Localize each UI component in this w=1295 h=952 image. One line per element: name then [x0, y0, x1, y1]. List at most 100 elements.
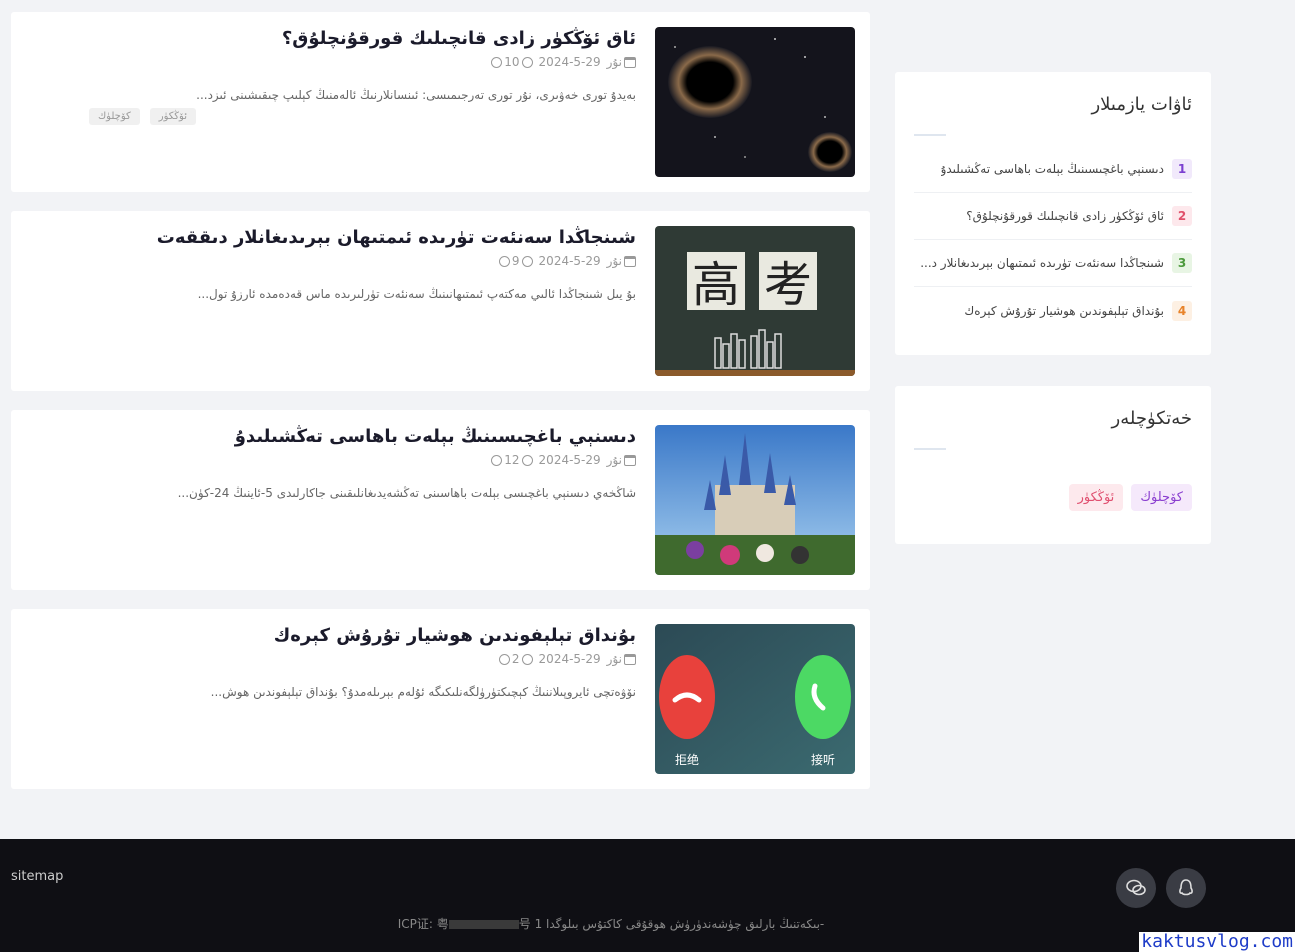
hot-item-title[interactable]: شىنجاڭدا سەنئەت تۈرىدە ئىمتىھان بېرىدىغا… — [920, 256, 1164, 270]
date-meta: 2024-5-29 — [539, 453, 601, 467]
rank-number: 1 — [1172, 159, 1192, 179]
post-views: 10 — [504, 55, 520, 69]
date-meta: 2024-5-29 — [539, 652, 601, 666]
post-body: دىسنېي باغچىسىنىڭ بېلەت باھاسى تەڭشىلىدۇ… — [25, 424, 636, 500]
widget-title: ئاۋات يازمىلار — [1091, 94, 1192, 115]
cloud-tag[interactable]: كۆچلۈك — [1131, 484, 1192, 511]
tag-cloud: كۆچلۈك ئۆڭكۈر — [914, 484, 1192, 511]
rank-number: 3 — [1172, 253, 1192, 273]
post-thumbnail[interactable]: 高 考 — [655, 226, 855, 376]
post-card[interactable]: 拒绝 接听 بۇنداق تېلېفوندىن ھوشيار تۇرۇش كېر… — [11, 609, 870, 789]
post-author: نۇر — [606, 453, 622, 467]
views-meta: 10 — [491, 55, 533, 69]
post-excerpt: نۆۋەتچى ئايروپىلاننىڭ كېچىكتۈرۈلگەنلىكىگ… — [210, 685, 636, 699]
hot-item-title[interactable]: بۇنداق تېلېفوندىن ھوشيار تۇرۇش كېرەك — [964, 304, 1164, 318]
thumb-char: 高 — [692, 257, 740, 313]
widget-divider — [914, 448, 946, 450]
author-meta: نۇر — [607, 254, 636, 268]
post-date: 2024-5-29 — [538, 652, 601, 666]
post-meta: نۇر 2024-5-29 12 — [25, 452, 636, 468]
qq-icon — [1179, 879, 1193, 896]
hot-item[interactable]: 4 بۇنداق تېلېفوندىن ھوشيار تۇرۇش كېرەك — [914, 287, 1192, 334]
cloud-tag[interactable]: ئۆڭكۈر — [1068, 484, 1124, 511]
post-body: بۇنداق تېلېفوندىن ھوشيار تۇرۇش كېرەك نۇر… — [25, 623, 636, 699]
post-title[interactable]: ئاق ئۆڭكۈر زادى قانچىلىك قورقۇنچلۇق؟ — [25, 26, 636, 52]
post-tag[interactable]: ئۆڭكۈر — [149, 108, 196, 125]
hot-item[interactable]: 2 ئاق ئۆڭكۈر زادى قانچىلىك قورقۇنچلۇق؟ — [914, 193, 1192, 240]
post-date: 2024-5-29 — [538, 453, 601, 467]
eye-icon — [498, 255, 510, 267]
post-card[interactable]: ئاق ئۆڭكۈر زادى قانچىلىك قورقۇنچلۇق؟ نۇر… — [11, 12, 870, 192]
rank-number: 2 — [1172, 206, 1192, 226]
hot-list: 1 دىسنېي باغچىسىنىڭ بېلەت باھاسى تەڭشىلى… — [914, 146, 1192, 334]
thumb-label: 拒绝 — [675, 752, 699, 767]
post-card[interactable]: 高 考 شىنجاڭدا سەنئەت تۈرىدە ئىمتىھان بېرى… — [11, 211, 870, 391]
post-tag[interactable]: كۆچلۈك — [88, 108, 140, 125]
clock-icon — [521, 653, 533, 665]
sitemap-link[interactable]: sitemap — [11, 869, 63, 884]
icp-suffix: 号 — [518, 917, 531, 931]
copyright-text: بىكەتنىڭ بارلىق چۈشەندۈرۈش ھوقۇقى كاكتۇس… — [534, 917, 825, 931]
post-body: شىنجاڭدا سەنئەت تۈرىدە ئىمتىھان بېرىدىغا… — [25, 225, 636, 301]
eye-icon — [498, 653, 510, 665]
thumb-char: 考 — [764, 257, 812, 313]
post-views: 2 — [511, 652, 520, 666]
post-title[interactable]: شىنجاڭدا سەنئەت تۈرىدە ئىمتىھان بېرىدىغا… — [25, 225, 636, 251]
hot-item-title[interactable]: دىسنېي باغچىسىنىڭ بېلەت باھاسى تەڭشىلىدۇ — [941, 162, 1164, 176]
rank-number: 4 — [1172, 300, 1192, 321]
post-list: ئاق ئۆڭكۈر زادى قانچىلىك قورقۇنچلۇق؟ نۇر… — [11, 12, 870, 808]
post-views: 12 — [504, 453, 520, 467]
post-excerpt: بەيدۇ تورى خەۋىرى، نۇر تورى تەرجىمىسى: ئ… — [196, 88, 636, 102]
calendar-icon — [624, 454, 636, 466]
post-thumbnail[interactable] — [655, 27, 855, 177]
post-excerpt: بۇ يىل شىنجاڭدا ئالىي مەكتەپ ئىمتىھانىنى… — [197, 287, 636, 301]
post-thumbnail[interactable]: 拒绝 接听 — [655, 624, 855, 774]
post-title[interactable]: دىسنېي باغچىسىنىڭ بېلەت باھاسى تەڭشىلىدۇ — [25, 424, 636, 450]
calendar-icon — [624, 653, 636, 665]
post-author: نۇر — [606, 652, 622, 666]
post-meta: نۇر 2024-5-29 10 — [25, 54, 636, 70]
post-date: 2024-5-29 — [538, 55, 601, 69]
post-thumbnail[interactable] — [655, 425, 855, 575]
clock-icon — [521, 56, 533, 68]
calendar-icon — [624, 56, 636, 68]
thumb-label: 接听 — [811, 752, 835, 767]
post-excerpt: شاڭخەي دىسنېي باغچىسى بېلەت باھاسىنى تەڭ… — [177, 486, 636, 500]
hot-posts-widget: ئاۋات يازمىلار 1 دىسنېي باغچىسىنىڭ بېلەت… — [895, 72, 1211, 355]
widget-divider — [914, 134, 946, 136]
hot-item[interactable]: 3 شىنجاڭدا سەنئەت تۈرىدە ئىمتىھان بېرىدى… — [914, 240, 1192, 287]
redacted-block — [448, 920, 519, 929]
wechat-icon — [1126, 879, 1146, 896]
icp-prefix: ICP证: 粤 — [397, 917, 449, 931]
post-tags: ئۆڭكۈر كۆچلۈك — [25, 108, 636, 125]
views-meta: 12 — [491, 453, 533, 467]
calendar-icon — [624, 255, 636, 267]
post-body: ئاق ئۆڭكۈر زادى قانچىلىك قورقۇنچلۇق؟ نۇر… — [25, 26, 636, 125]
clock-icon — [521, 255, 533, 267]
views-meta: 2 — [498, 652, 533, 666]
post-meta: نۇر 2024-5-29 9 — [25, 253, 636, 269]
date-meta: 2024-5-29 — [539, 55, 601, 69]
post-meta: نۇر 2024-5-29 2 — [25, 651, 636, 667]
tag-cloud-widget: خەتكۈچلەر كۆچلۈك ئۆڭكۈر — [895, 386, 1211, 544]
views-meta: 9 — [498, 254, 533, 268]
date-meta: 2024-5-29 — [539, 254, 601, 268]
eye-icon — [491, 454, 503, 466]
wechat-button[interactable] — [1116, 868, 1156, 908]
site-footer: sitemap ICP证: 粤 号 بىكەتنىڭ بارلىق چۈشەندۈ… — [0, 839, 1295, 952]
post-views: 9 — [511, 254, 520, 268]
clock-icon — [521, 454, 533, 466]
post-title[interactable]: بۇنداق تېلېفوندىن ھوشيار تۇرۇش كېرەك — [25, 623, 636, 649]
author-meta: نۇر — [607, 453, 636, 467]
widget-title: خەتكۈچلەر — [1111, 408, 1192, 429]
post-author: نۇر — [606, 254, 622, 268]
hot-item[interactable]: 1 دىسنېي باغچىسىنىڭ بېلەت باھاسى تەڭشىلى… — [914, 146, 1192, 193]
post-author: نۇر — [606, 55, 622, 69]
post-date: 2024-5-29 — [538, 254, 601, 268]
qq-button[interactable] — [1166, 868, 1206, 908]
hot-item-title[interactable]: ئاق ئۆڭكۈر زادى قانچىلىك قورقۇنچلۇق؟ — [966, 209, 1164, 223]
author-meta: نۇر — [607, 652, 636, 666]
watermark: kaktusvlog.com — [1139, 931, 1295, 952]
copyright: ICP证: 粤 号 بىكەتنىڭ بارلىق چۈشەندۈرۈش ھوقۇ… — [0, 915, 1222, 932]
post-card[interactable]: دىسنېي باغچىسىنىڭ بېلەت باھاسى تەڭشىلىدۇ… — [11, 410, 870, 590]
